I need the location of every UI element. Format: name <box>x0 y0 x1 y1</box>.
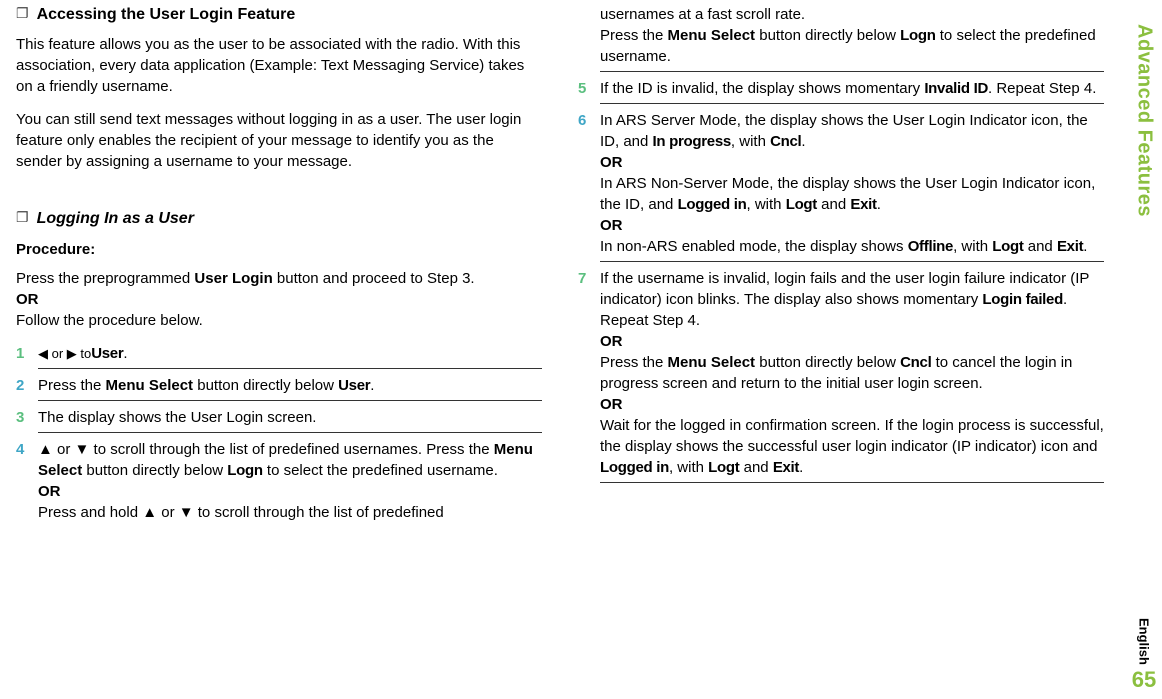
ui-label: Logged in <box>678 196 747 213</box>
ui-label: User <box>338 377 370 394</box>
step-body: If the username is invalid, login fails … <box>600 268 1104 478</box>
ui-label: Exit <box>850 196 876 213</box>
ui-label: Cncl <box>900 354 931 371</box>
button-ref: Menu Select <box>668 27 756 44</box>
button-ref: Menu Select <box>668 354 756 371</box>
step-number: 2 <box>16 375 38 396</box>
or-label: OR <box>600 215 1104 236</box>
step-7: 7 If the username is invalid, login fail… <box>578 268 1104 478</box>
step-divider <box>38 368 542 369</box>
step-divider <box>600 482 1104 483</box>
step-body: Press the Menu Select button directly be… <box>38 375 542 396</box>
step-divider <box>600 103 1104 104</box>
or-label: OR <box>38 481 542 502</box>
step-6: 6 In ARS Server Mode, the display shows … <box>578 110 1104 257</box>
step-1: 1 ◀ or ▶ to User. <box>16 343 542 364</box>
nav-arrows: ◀ or ▶ to <box>38 345 91 363</box>
button-ref: User Login <box>194 270 272 287</box>
subsection-heading: ❐ Logging In as a User <box>16 208 542 230</box>
heading-text: Accessing the User Login Feature <box>37 4 296 26</box>
ui-label: User <box>91 345 123 362</box>
step-body: In ARS Server Mode, the display shows th… <box>600 110 1104 257</box>
step-divider <box>600 71 1104 72</box>
step-5: 5 If the ID is invalid, the display show… <box>578 78 1104 99</box>
book-icon: ❐ <box>16 4 29 24</box>
language-label: English <box>1136 618 1151 665</box>
step-number: 4 <box>16 439 38 523</box>
sidebar: Advanced Features English 65 <box>1126 0 1162 699</box>
step-2: 2 Press the Menu Select button directly … <box>16 375 542 396</box>
ui-label: Logn <box>227 462 262 479</box>
page-number: 65 <box>1132 667 1156 693</box>
step-4: 4 ▲ or ▼ to scroll through the list of p… <box>16 439 542 523</box>
step-number: 6 <box>578 110 600 257</box>
paragraph: You can still send text messages without… <box>16 109 542 172</box>
ui-label: Logged in <box>600 459 669 476</box>
ui-label: Exit <box>1057 238 1083 255</box>
step-number: 5 <box>578 78 600 99</box>
step-body: ▲ or ▼ to scroll through the list of pre… <box>38 439 542 523</box>
right-column: usernames at a fast scroll rate. Press t… <box>560 4 1114 695</box>
step-divider <box>600 261 1104 262</box>
step-body: If the ID is invalid, the display shows … <box>600 78 1104 99</box>
step-body: ◀ or ▶ to User. <box>38 343 542 364</box>
ui-label: Cncl <box>770 133 801 150</box>
heading-text: Logging In as a User <box>37 208 194 230</box>
ui-label: Logt <box>786 196 817 213</box>
or-label: OR <box>600 152 1104 173</box>
or-label: OR <box>600 331 1104 352</box>
section-heading: ❐ Accessing the User Login Feature <box>16 4 542 26</box>
step-number: 1 <box>16 343 38 364</box>
page: ❐ Accessing the User Login Feature This … <box>0 0 1162 699</box>
button-ref: Menu Select <box>106 377 194 394</box>
ui-label: Login failed <box>982 291 1063 308</box>
ui-label: Logt <box>992 238 1023 255</box>
step-4-continued: usernames at a fast scroll rate. Press t… <box>600 4 1104 67</box>
ui-label: Logn <box>900 27 935 44</box>
left-column: ❐ Accessing the User Login Feature This … <box>6 4 560 695</box>
ui-label: In progress <box>653 133 731 150</box>
procedure-label: Procedure: <box>16 239 542 260</box>
ui-label: Invalid ID <box>924 80 988 97</box>
step-3: 3 The display shows the User Login scree… <box>16 407 542 428</box>
ui-label: Logt <box>708 459 739 476</box>
step-divider <box>38 400 542 401</box>
step-body: The display shows the User Login screen. <box>38 407 542 428</box>
book-icon: ❐ <box>16 208 29 228</box>
or-label: OR <box>600 394 1104 415</box>
step-number: 7 <box>578 268 600 478</box>
or-label: OR <box>16 289 542 310</box>
chapter-title: Advanced Features <box>1133 24 1156 217</box>
intro-text: Press the preprogrammed User Login butto… <box>16 268 542 331</box>
step-divider <box>38 432 542 433</box>
ui-label: Exit <box>773 459 799 476</box>
paragraph: This feature allows you as the user to b… <box>16 34 542 97</box>
sidebar-footer: English 65 <box>1132 618 1156 693</box>
content-area: ❐ Accessing the User Login Feature This … <box>0 0 1126 699</box>
ui-label: Offline <box>908 238 953 255</box>
step-number: 3 <box>16 407 38 428</box>
